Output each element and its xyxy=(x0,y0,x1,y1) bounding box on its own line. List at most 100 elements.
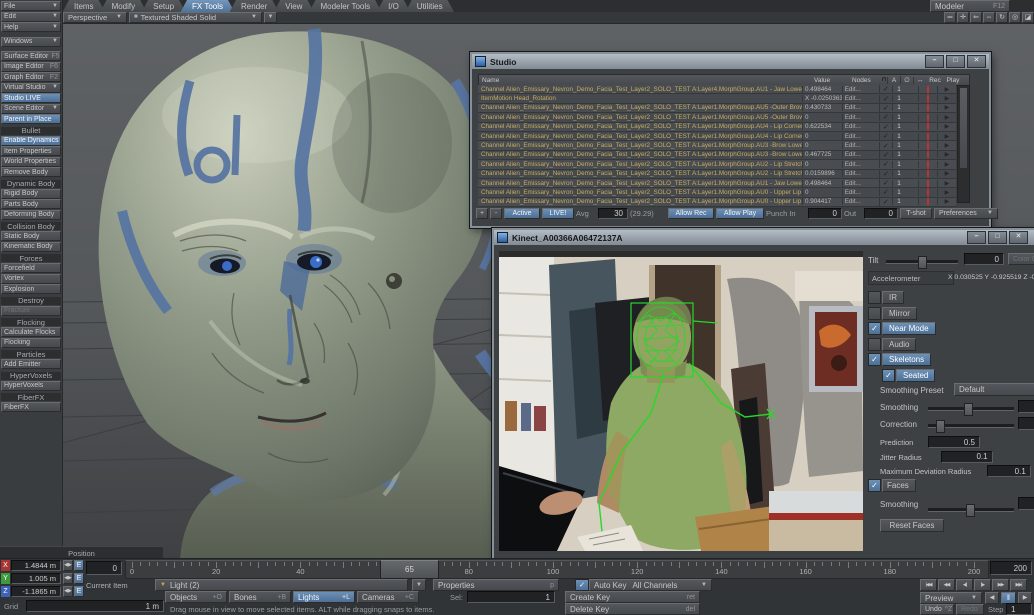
current-item-dropdown[interactable]: ▼ Light (2) xyxy=(155,579,408,591)
maximize-icon[interactable]: □ xyxy=(946,55,965,68)
play-toggle[interactable]: ▶ xyxy=(937,161,956,168)
play-toggle[interactable]: ▶ xyxy=(937,104,956,111)
nodes-edit-link[interactable]: Edit... xyxy=(842,189,866,196)
record-toggle[interactable] xyxy=(918,114,937,121)
play-toggle[interactable]: ▶ xyxy=(937,86,956,93)
correction-value-field[interactable]: 10 xyxy=(1018,417,1034,430)
table-row[interactable]: Channel Alien_Emissary_Nevron_Demo_Facia… xyxy=(478,113,956,122)
record-toggle[interactable] xyxy=(918,180,937,187)
record-toggle[interactable] xyxy=(918,123,937,130)
position-x-field[interactable]: 1.4844 m xyxy=(11,560,61,571)
nodes-edit-link[interactable]: Edit... xyxy=(842,114,866,121)
sidebar-item-remove-body[interactable]: Remove Body xyxy=(1,167,61,177)
mirror-toggle-button[interactable]: Mirror xyxy=(882,307,917,320)
footer-button-preferences[interactable]: Preferences▼ xyxy=(934,208,998,219)
maximize-icon[interactable]: □ xyxy=(988,231,1007,244)
active-checkmark[interactable]: ✓ xyxy=(879,160,892,168)
reset-faces-button[interactable]: Reset Faces xyxy=(880,519,944,532)
table-row[interactable]: Channel Alien_Emissary_Nevron_Demo_Facia… xyxy=(478,179,956,188)
audio-toggle-button[interactable]: Audio xyxy=(882,338,916,351)
sidebar-item-parts-body[interactable]: Parts Body xyxy=(1,199,61,209)
sidebar-item-surface-editor[interactable]: Surface EditorF5 xyxy=(1,51,61,61)
mirror-checkbox[interactable] xyxy=(868,307,881,320)
nodes-edit-link[interactable]: Edit... xyxy=(842,161,866,168)
nodes-edit-link[interactable]: Edit... xyxy=(842,180,866,187)
next-key-icon[interactable]: ▶▶ xyxy=(992,579,1009,591)
autokey-control[interactable]: ✓ Auto Key All Channels▼ xyxy=(575,579,712,591)
smoothing-preset-dropdown[interactable]: Default▼ xyxy=(954,383,1034,396)
sidebar-item-hypervoxels[interactable]: HyperVoxels xyxy=(1,381,61,391)
audio-checkbox[interactable] xyxy=(868,338,881,351)
active-checkmark[interactable]: ✓ xyxy=(879,198,892,206)
table-row[interactable]: Channel Alien_Emissary_Nevron_Demo_Facia… xyxy=(478,132,956,141)
active-checkmark[interactable]: ✓ xyxy=(879,188,892,196)
table-row[interactable]: Channel Alien_Emissary_Nevron_Demo_Facia… xyxy=(478,188,956,197)
move-icon[interactable]: ✛ xyxy=(957,12,969,23)
nodes-edit-link[interactable]: Edit... xyxy=(842,151,866,158)
nodes-edit-link[interactable]: Edit... xyxy=(842,95,866,102)
close-icon[interactable]: ✕ xyxy=(967,55,986,68)
modeler-button[interactable]: ModelerF12 xyxy=(930,0,1010,12)
active-checkmark[interactable]: ✓ xyxy=(879,104,892,112)
shading-mode-dropdown[interactable]: ■ Textured Shaded Solid▼ xyxy=(129,12,262,23)
play-toggle[interactable]: ▶ xyxy=(937,189,956,196)
active-checkmark[interactable]: ✓ xyxy=(879,123,892,131)
active-checkmark[interactable]: ✓ xyxy=(879,95,892,103)
slider-handle[interactable] xyxy=(964,403,973,416)
sidebar-item-item-properties[interactable]: Item Properties xyxy=(1,146,61,156)
nodes-edit-link[interactable]: Edit... xyxy=(842,104,866,111)
sidebar-item-enable-dynamics[interactable]: Enable Dynamics xyxy=(1,136,61,146)
position-x-spinner[interactable]: ◀▶ xyxy=(63,560,73,571)
sidebar-item-static-body[interactable]: Static Body xyxy=(1,231,61,241)
timeline-end-field[interactable]: 200 xyxy=(990,561,1032,575)
record-toggle[interactable] xyxy=(918,161,937,168)
sidebar-item-parent-in-place[interactable]: Parent in Place xyxy=(1,114,61,124)
play-toggle[interactable]: ▶ xyxy=(937,180,956,187)
play-toggle[interactable]: ▶ xyxy=(937,133,956,140)
redo-button[interactable]: Redo xyxy=(956,604,984,615)
table-row[interactable]: Channel Alien_Emissary_Nevron_Demo_Facia… xyxy=(478,104,956,113)
ir-toggle-button[interactable]: IR xyxy=(882,291,904,304)
table-row[interactable]: Channel Alien_Emissary_Nevron_Demo_Facia… xyxy=(478,123,956,132)
footer-button--[interactable]: + xyxy=(476,208,488,219)
table-row[interactable]: ItemMotion Head_RotationX -0.0250363 Y 0… xyxy=(478,94,956,103)
footer-button-t-shot[interactable]: T-shot xyxy=(900,208,932,219)
sidebar-item-graph-editor[interactable]: Graph EditorF2 xyxy=(1,72,61,82)
item-list-button[interactable]: ▼ xyxy=(412,579,426,591)
near-mode-checkbox[interactable]: ✓ xyxy=(868,322,881,335)
record-toggle[interactable] xyxy=(918,95,937,102)
position-y-spinner[interactable]: ◀▶ xyxy=(63,573,73,584)
play-toggle[interactable]: ▶ xyxy=(937,142,956,149)
color-camera-button[interactable]: Color Camera xyxy=(1008,253,1034,265)
play-toggle[interactable]: ▶ xyxy=(937,198,956,205)
nodes-edit-link[interactable]: Edit... xyxy=(842,86,866,93)
record-toggle[interactable] xyxy=(918,151,937,158)
prediction-field[interactable]: 0.5 xyxy=(928,436,980,448)
sidebar-item-vortex[interactable]: Vortex xyxy=(1,274,61,284)
close-icon[interactable]: ✕ xyxy=(1009,231,1028,244)
studio-scrollbar[interactable] xyxy=(957,85,970,203)
faces-smoothing-slider[interactable] xyxy=(928,508,1014,512)
faces-checkbox[interactable]: ✓ xyxy=(868,479,881,492)
footer-field[interactable]: 0 xyxy=(864,208,898,219)
prev-frame-icon[interactable]: ◀| xyxy=(956,579,973,591)
sidebar-item-deforming-body[interactable]: Deforming Body xyxy=(1,210,61,220)
go-start-icon[interactable]: |◀◀ xyxy=(920,579,937,591)
nodes-edit-link[interactable]: Edit... xyxy=(842,142,866,149)
prev-key-icon[interactable]: ◀◀ xyxy=(938,579,955,591)
table-row[interactable]: Channel Alien_Emissary_Nevron_Demo_Facia… xyxy=(478,85,956,94)
minimize-icon[interactable]: – xyxy=(967,231,986,244)
nodes-edit-link[interactable]: Edit... xyxy=(842,198,866,205)
envelope-z-button[interactable]: E xyxy=(74,586,84,597)
record-toggle[interactable] xyxy=(918,198,937,205)
studio-titlebar[interactable]: Studio – □ ✕ xyxy=(472,54,989,69)
create-key-button[interactable]: Create Keyret xyxy=(565,591,700,603)
nodes-edit-link[interactable]: Edit... xyxy=(842,123,866,130)
table-row[interactable]: Channel Alien_Emissary_Nevron_Demo_Facia… xyxy=(478,170,956,179)
table-row[interactable]: Channel Alien_Emissary_Nevron_Demo_Facia… xyxy=(478,151,956,160)
play-toggle[interactable]: ▶ xyxy=(937,95,956,102)
play-toggle[interactable]: ▶ xyxy=(937,114,956,121)
viewport-layout-dropdown[interactable]: ▼ xyxy=(264,12,277,23)
kinect-titlebar[interactable]: Kinect_A00366A06472137A – □ ✕ xyxy=(494,230,1034,245)
record-toggle[interactable] xyxy=(918,104,937,111)
